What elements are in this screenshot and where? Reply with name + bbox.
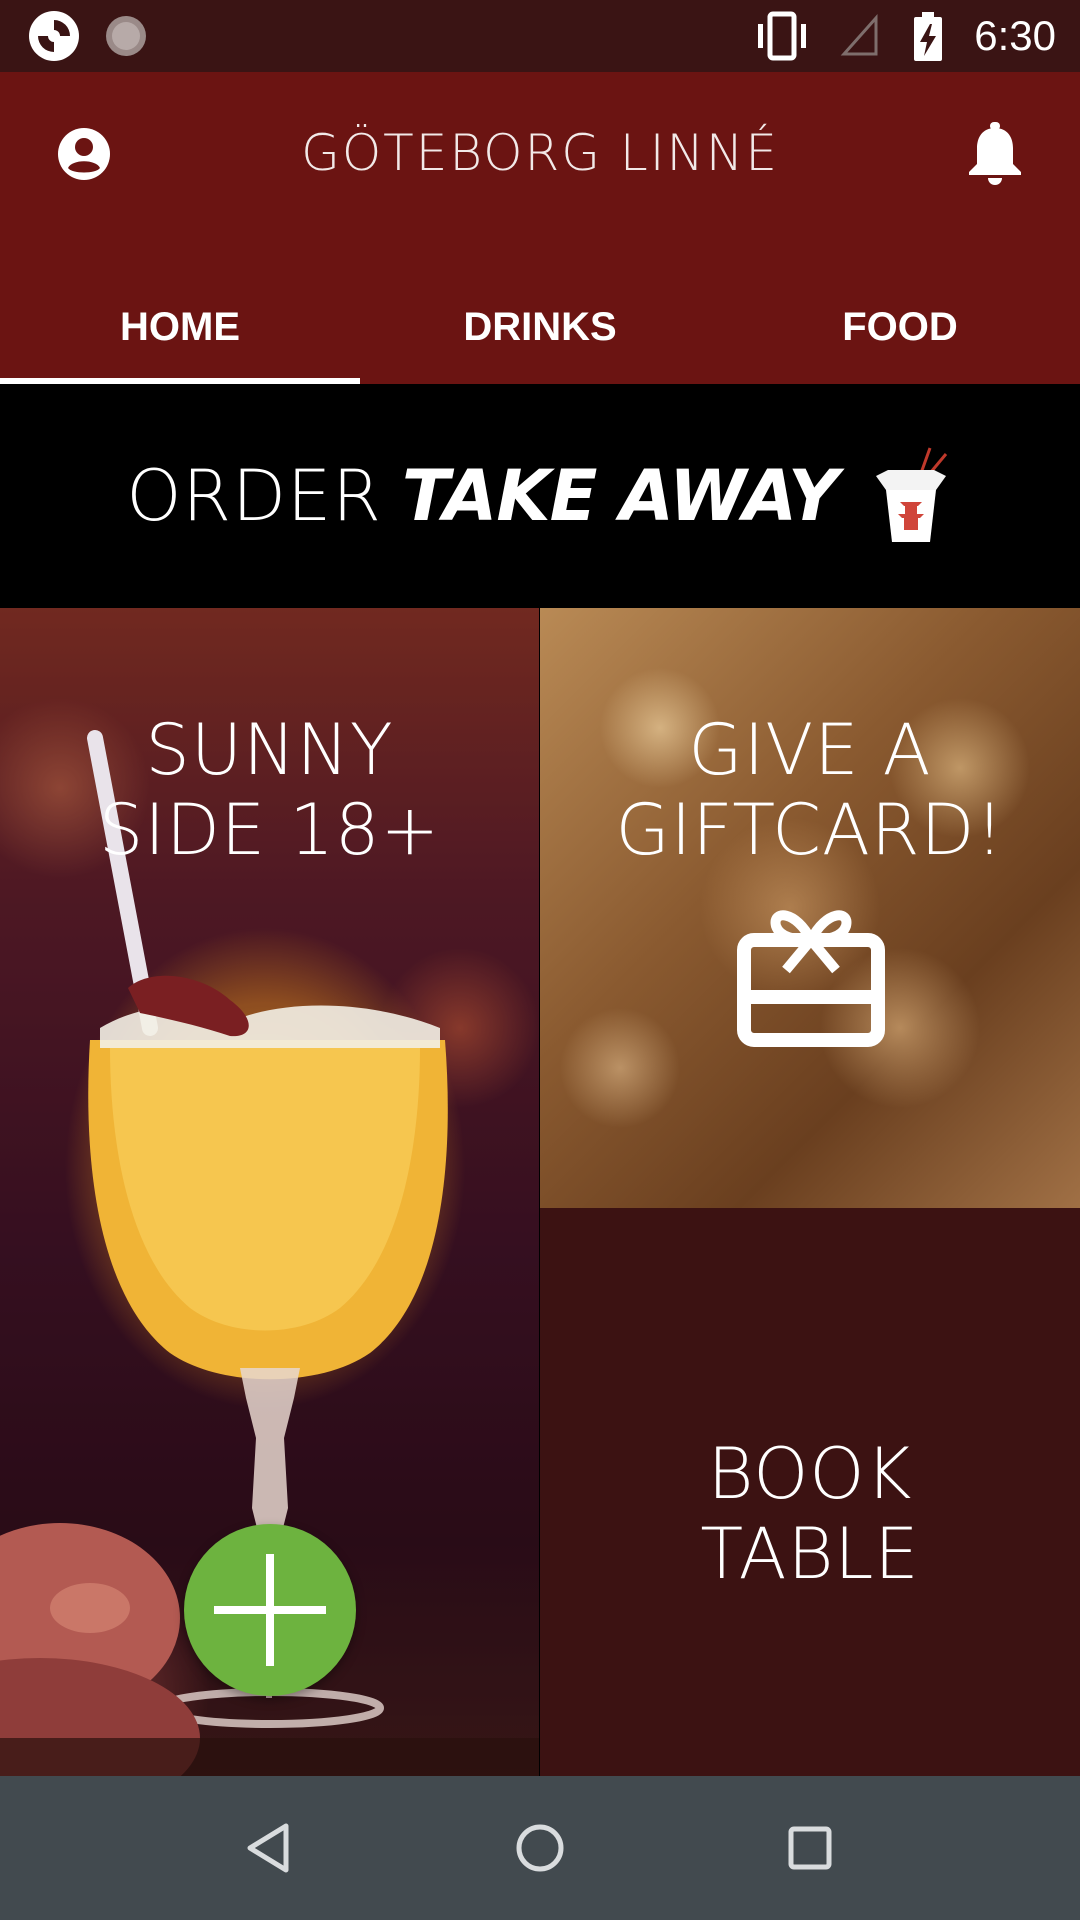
giftcard-tile[interactable]: GIVE A GIFTCARD! <box>540 608 1080 1208</box>
no-signal-icon <box>840 14 878 56</box>
sunny-side-label: SUNNY SIDE 18+ <box>0 710 539 870</box>
takeaway-order-label: ORDER <box>126 455 382 537</box>
giftcard-line1: GIVE A <box>688 709 932 791</box>
recents-icon[interactable] <box>780 1818 840 1878</box>
back-icon[interactable] <box>240 1818 300 1878</box>
system-nav-bar <box>0 1776 1080 1920</box>
giftcard-label: GIVE A GIFTCARD! <box>540 710 1080 870</box>
app-bar: GÖTEBORG LINNÉ HOME DRINKS FOOD <box>0 72 1080 384</box>
status-bar: 6:30 <box>0 0 1080 72</box>
bell-icon[interactable] <box>964 122 1026 186</box>
sunny-line1: SUNNY <box>145 709 394 791</box>
tab-food[interactable]: FOOD <box>720 268 1080 384</box>
add-fab-button[interactable] <box>184 1524 356 1696</box>
tab-drinks[interactable]: DRINKS <box>360 268 720 384</box>
book-table-tile[interactable]: BOOK TABLE <box>540 1208 1080 1776</box>
battery-charging-icon <box>914 12 942 61</box>
takeaway-take-away-label: TAKE AWAY <box>401 455 839 537</box>
book-line1: BOOK <box>707 1433 913 1515</box>
takeaway-box-icon <box>875 447 947 542</box>
giftcard-line2: GIFTCARD! <box>615 789 1005 871</box>
status-time: 6:30 <box>974 12 1056 59</box>
tab-bar: HOME DRINKS FOOD <box>0 268 1080 384</box>
app-notification-icon <box>29 11 79 61</box>
tab-home[interactable]: HOME <box>0 268 360 384</box>
takeaway-text: ORDER TAKE AWAY <box>126 455 839 537</box>
sunny-line2: SIDE 18+ <box>98 789 441 871</box>
giftcard-icon <box>737 910 885 1047</box>
loading-notification-icon <box>106 16 146 56</box>
plus-icon <box>214 1554 326 1666</box>
book-table-label: BOOK TABLE <box>540 1434 1080 1594</box>
home-icon[interactable] <box>510 1818 570 1878</box>
app-title: GÖTEBORG LINNÉ <box>301 124 779 182</box>
order-takeaway-banner[interactable]: ORDER TAKE AWAY <box>0 384 1080 608</box>
vibrate-icon <box>758 11 806 61</box>
book-line2: TABLE <box>700 1513 920 1595</box>
